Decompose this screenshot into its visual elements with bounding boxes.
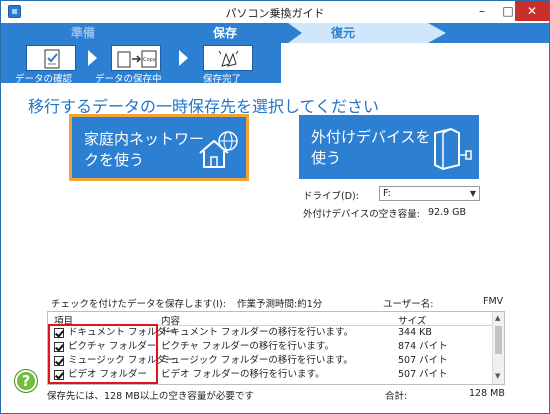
substep-saving-label: データの保存中: [95, 74, 162, 85]
substep-confirm-label: データの確認: [15, 74, 73, 85]
substep-done-box: [203, 45, 253, 71]
drive-label: ドライブ(D):: [303, 191, 359, 202]
step-prep: 準備: [71, 26, 96, 40]
app-window: パソコン乗換ガイド – □ ✕ 準備 保存 復元 Copy データの確認 データ…: [0, 0, 550, 414]
substep-confirm-box: [26, 45, 76, 71]
clap-hands-icon: [218, 50, 239, 67]
drive-select[interactable]: F: ▼: [379, 186, 480, 201]
free-space-value: 92.9 GB: [428, 207, 467, 218]
svg-text:Copy: Copy: [143, 57, 156, 63]
checklist-icon: [44, 49, 60, 69]
highlight-frame: [48, 324, 158, 384]
home-network-label: 家庭内ネットワークを使う: [84, 130, 205, 169]
step-restore-shape: [288, 23, 446, 43]
row-content: ビデオ フォルダーの移行を行います。: [161, 369, 325, 380]
row-content: ミュージック フォルダーの移行を行います。: [161, 355, 353, 366]
row-content: ピクチャ フォルダーの移行を行います。: [161, 341, 334, 352]
scroll-thumb[interactable]: [495, 326, 502, 354]
free-space-label: 外付けデバイスの空き容量:: [303, 209, 420, 220]
title-bar: パソコン乗換ガイド – □ ✕: [1, 1, 549, 23]
external-drive-icon: [434, 127, 472, 171]
step-save: 保存: [213, 26, 238, 40]
total-label: 合計:: [385, 391, 408, 402]
chevron-down-icon: ▼: [469, 189, 476, 198]
header-content[interactable]: 内容: [161, 313, 180, 327]
substep-saving-box: Copy: [111, 45, 161, 71]
table-scrollbar[interactable]: ▲ ▼: [492, 312, 504, 384]
row-content: ドキュメント フォルダーの移行を行います。: [161, 327, 354, 338]
row-size: 874 バイト: [398, 341, 448, 352]
estimated-time: 作業予測時間:約1分: [237, 299, 323, 310]
header-size[interactable]: サイズ: [398, 313, 426, 327]
row-size: 344 KB: [398, 327, 432, 338]
close-button[interactable]: ✕: [515, 1, 549, 21]
drive-select-value: F:: [383, 188, 391, 199]
capacity-message: 保存先には、128 MB以上の空き容量が必要です: [47, 391, 254, 402]
user-name-value: FMV: [483, 296, 504, 307]
substep-arrow-icon: [179, 50, 188, 66]
save-checked-label: チェックを付けたデータを保存します(I):: [51, 299, 226, 310]
external-device-label: 外付けデバイスを使う: [311, 128, 431, 167]
row-size: 507 バイト: [398, 355, 448, 366]
step-restore: 復元: [331, 26, 356, 40]
minimize-button[interactable]: –: [469, 1, 495, 21]
substep-arrow-icon: [88, 50, 97, 66]
row-size: 507 バイト: [398, 369, 448, 380]
home-network-button[interactable]: 家庭内ネットワークを使う: [69, 114, 249, 181]
external-device-button[interactable]: 外付けデバイスを使う: [299, 115, 479, 179]
home-network-icon: [199, 131, 238, 168]
scroll-up-icon[interactable]: ▲: [495, 314, 500, 322]
substep-done-label: 保存完了: [203, 74, 242, 85]
scroll-down-icon[interactable]: ▼: [495, 372, 500, 380]
total-value: 128 MB: [469, 388, 505, 399]
copy-icon: Copy: [117, 50, 157, 68]
help-icon[interactable]: ?: [15, 370, 37, 392]
user-name-label: ユーザー名:: [383, 299, 434, 310]
window-title: パソコン乗換ガイド: [225, 7, 325, 20]
